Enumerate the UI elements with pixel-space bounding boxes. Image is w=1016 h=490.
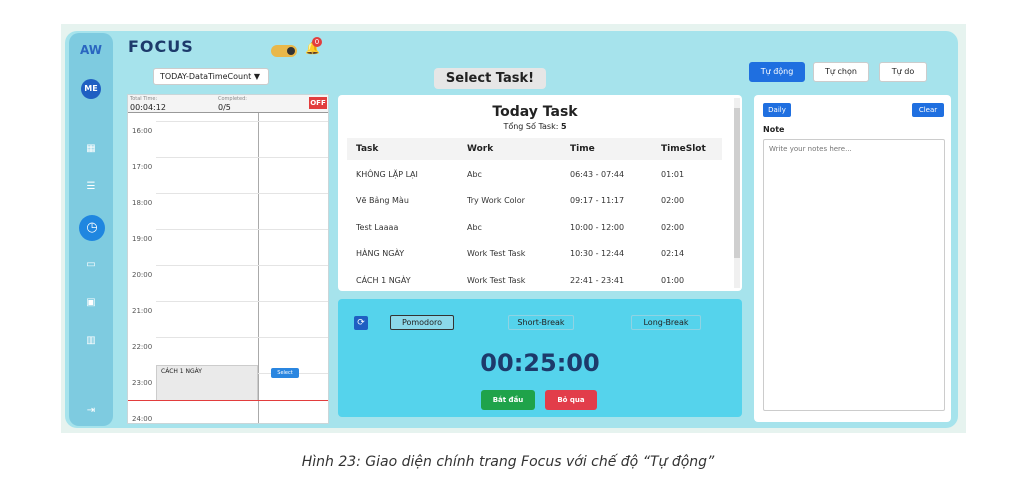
event-select-button[interactable]: Select [271, 368, 299, 378]
completed-value: 0/5 [218, 103, 231, 112]
daily-button[interactable]: Daily [763, 103, 791, 117]
time-cell: 10:00 - 12:00 [570, 223, 625, 232]
hour-line [156, 121, 328, 122]
mode-short-break-button[interactable]: Short-Break [508, 315, 574, 330]
today-task-title: Today Task [492, 104, 578, 120]
clear-button[interactable]: Clear [912, 103, 944, 117]
table-row[interactable]: CÁCH 1 NGÀY Work Test Task 22:41 - 23:41… [347, 268, 722, 291]
column-header: Work [467, 144, 494, 154]
time-cell: 09:17 - 11:17 [570, 196, 625, 205]
total-time-label: Total Time: [130, 96, 158, 102]
schedule-divider [258, 113, 259, 423]
hour-label: 17:00 [132, 163, 153, 171]
hour-label: 20:00 [132, 271, 153, 279]
task-count-value: 5 [560, 122, 567, 131]
time-cell: 22:41 - 23:41 [570, 276, 625, 285]
task-count: Tổng Số Task: 5 [338, 122, 732, 131]
task-count-label: Tổng Số Task: [503, 122, 559, 131]
hour-label: 16:00 [132, 127, 153, 135]
task-cell: KHÔNG LẶP LẠI [356, 170, 418, 179]
task-list-icon[interactable]: ☰ [81, 177, 101, 197]
screenshot-frame: AW ME ▦ ☰ ◷ ▭ ▣ ▥ ⇥ FOCUS 🔔 0 TODAY-Data… [61, 24, 966, 433]
task-table-header: Task Work Time TimeSlot [347, 138, 722, 160]
dashboard-icon[interactable]: ▦ [81, 139, 101, 159]
task-cell: CÁCH 1 NGÀY [356, 276, 411, 285]
timeslot-cell: 01:00 [661, 276, 685, 285]
task-scrollbar[interactable] [734, 98, 740, 288]
hour-label: 18:00 [132, 199, 153, 207]
hour-line [156, 229, 328, 230]
timeslot-cell: 02:00 [661, 223, 685, 232]
table-row[interactable]: HÀNG NGÀY Work Test Task 10:30 - 12:44 0… [347, 241, 722, 267]
scrollbar-thumb[interactable] [734, 108, 740, 258]
hour-line [156, 301, 328, 302]
time-cell: 06:43 - 07:44 [570, 170, 625, 179]
mode-pomodoro-button[interactable]: Pomodoro [390, 315, 454, 330]
timeslot-cell: 01:01 [661, 170, 685, 179]
work-cell: Abc [467, 223, 482, 232]
figure-caption: Hình 23: Giao diện chính trang Focus với… [301, 454, 715, 470]
note-textarea[interactable] [763, 139, 945, 411]
notification-badge: 0 [312, 37, 322, 47]
calendar-icon[interactable]: ▭ [81, 255, 101, 275]
logout-icon[interactable]: ⇥ [81, 401, 101, 421]
hour-line [156, 157, 328, 158]
note-panel: Daily Clear Note [754, 95, 951, 422]
chart-icon[interactable]: ▥ [81, 331, 101, 351]
schedule-summary: Total Time: 00:04:12 Completed: 0/5 OFF [128, 95, 328, 113]
tab-free[interactable]: Tự do [879, 62, 927, 82]
current-time-line [128, 400, 328, 401]
page-title: FOCUS [128, 37, 194, 56]
pomodoro-timer-panel: ⟳ Pomodoro Short-Break Long-Break 00:25:… [338, 299, 742, 417]
theme-toggle[interactable] [271, 45, 297, 57]
column-header: TimeSlot [661, 144, 706, 154]
schedule-event[interactable]: CÁCH 1 NGÀY [156, 365, 258, 401]
timeslot-cell: 02:14 [661, 249, 685, 258]
hour-line [156, 265, 328, 266]
work-cell: Try Work Color [467, 196, 525, 205]
work-cell: Abc [467, 170, 482, 179]
table-row[interactable]: KHÔNG LẶP LẠI Abc 06:43 - 07:44 01:01 [347, 162, 722, 188]
clock-icon[interactable]: ◷ [79, 215, 105, 241]
off-button[interactable]: OFF [309, 97, 327, 109]
avatar[interactable]: ME [81, 79, 101, 99]
task-cell: Test Laaaa [356, 223, 399, 232]
hour-label: 21:00 [132, 307, 153, 315]
date-filter-dropdown[interactable]: TODAY-DataTimeCount ▼ [153, 68, 269, 85]
hour-label: 23:00 [132, 379, 153, 387]
completed-label: Completed: [218, 96, 247, 102]
hour-label: 24:00 [132, 415, 153, 423]
day-schedule: Total Time: 00:04:12 Completed: 0/5 OFF … [127, 94, 329, 424]
mode-long-break-button[interactable]: Long-Break [631, 315, 701, 330]
hour-label: 22:00 [132, 343, 153, 351]
table-row[interactable]: Test Laaaa Abc 10:00 - 12:00 02:00 [347, 215, 722, 241]
today-task-panel: Today Task Tổng Số Task: 5 Task Work Tim… [338, 95, 742, 291]
work-cell: Work Test Task [467, 249, 526, 258]
table-row[interactable]: Vẽ Bảng Màu Try Work Color 09:17 - 11:17… [347, 188, 722, 214]
column-header: Task [356, 144, 379, 154]
total-time-value: 00:04:12 [130, 103, 166, 112]
note-label: Note [763, 125, 785, 134]
tab-custom[interactable]: Tự chọn [813, 62, 869, 82]
skip-button[interactable]: Bỏ qua [545, 390, 597, 410]
start-button[interactable]: Bắt đầu [481, 390, 535, 410]
sidebar: AW ME ▦ ☰ ◷ ▭ ▣ ▥ ⇥ [69, 33, 113, 426]
hour-line [156, 193, 328, 194]
hour-line [156, 337, 328, 338]
calendar-alt-icon[interactable]: ▣ [81, 293, 101, 313]
tab-auto[interactable]: Tự động [749, 62, 805, 82]
task-cell: Vẽ Bảng Màu [356, 196, 409, 205]
brand-logo: AW [80, 43, 102, 57]
refresh-icon[interactable]: ⟳ [354, 316, 368, 330]
select-task-label: Select Task! [434, 68, 546, 89]
time-cell: 10:30 - 12:44 [570, 249, 625, 258]
column-header: Time [570, 144, 595, 154]
timeslot-cell: 02:00 [661, 196, 685, 205]
timer-display: 00:25:00 [480, 349, 600, 377]
hour-label: 19:00 [132, 235, 153, 243]
work-cell: Work Test Task [467, 276, 526, 285]
task-cell: HÀNG NGÀY [356, 249, 405, 258]
app-window: AW ME ▦ ☰ ◷ ▭ ▣ ▥ ⇥ FOCUS 🔔 0 TODAY-Data… [65, 31, 958, 428]
